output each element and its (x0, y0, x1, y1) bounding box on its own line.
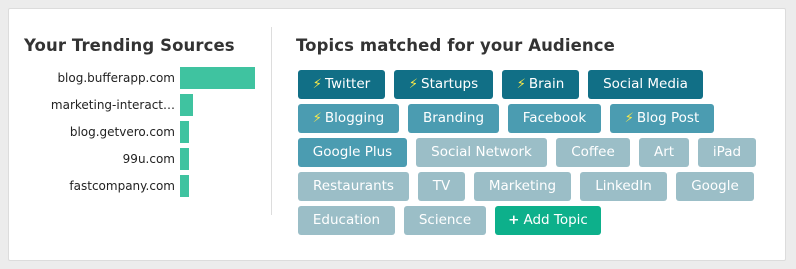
lightning-bolt-icon: ⚡ (312, 77, 322, 92)
source-row: marketing-interact… (9, 95, 175, 115)
topic-label: Marketing (488, 178, 557, 194)
topic-label: Facebook (522, 110, 587, 126)
source-row: 99u.com (9, 149, 175, 169)
topic-label: Startups (421, 76, 479, 92)
source-bar (180, 94, 193, 116)
topic-label: Blog Post (636, 110, 700, 126)
lightning-bolt-icon: ⚡ (516, 77, 526, 92)
topic-label: iPad (712, 144, 742, 160)
topic-tag-tv[interactable]: TV (418, 172, 465, 201)
topic-tag-blog-post[interactable]: ⚡ Blog Post (610, 104, 714, 133)
topic-tag-art[interactable]: Art (639, 138, 689, 167)
source-bar (180, 148, 189, 170)
topic-label: Blogging (324, 110, 385, 126)
source-row: fastcompany.com (9, 176, 175, 196)
topic-label: LinkedIn (595, 178, 652, 194)
source-label[interactable]: blog.bufferapp.com (15, 68, 175, 88)
topic-tag-brain[interactable]: ⚡ Brain (502, 70, 579, 99)
source-bar (180, 175, 189, 197)
add-topic-label: Add Topic (523, 212, 588, 228)
topic-tag-google-plus[interactable]: Google Plus (298, 138, 407, 167)
lightning-bolt-icon: ⚡ (312, 111, 322, 126)
topic-tag-science[interactable]: Science (404, 206, 486, 235)
topic-tag-twitter[interactable]: ⚡ Twitter (298, 70, 385, 99)
topic-label: Coffee (571, 144, 615, 160)
topic-label: Social Network (431, 144, 532, 160)
source-bar (180, 121, 189, 143)
topic-tag-marketing[interactable]: Marketing (474, 172, 571, 201)
topic-tag-startups[interactable]: ⚡ Startups (394, 70, 493, 99)
source-label[interactable]: fastcompany.com (15, 176, 175, 196)
topic-label: TV (432, 178, 451, 194)
topic-label: Twitter (324, 76, 371, 92)
topic-tag-social-network[interactable]: Social Network (416, 138, 547, 167)
topic-tag-social-media[interactable]: Social Media (588, 70, 703, 99)
source-label[interactable]: marketing-interact… (15, 95, 175, 115)
topics-title: Topics matched for your Audience (296, 36, 615, 55)
plus-icon: + (508, 212, 520, 228)
dashboard-card: Your Trending Sources blog.bufferapp.com… (8, 8, 786, 261)
panel-divider (271, 27, 272, 215)
topic-label: Social Media (603, 76, 688, 92)
topic-label: Google (691, 178, 739, 194)
topic-tag-coffee[interactable]: Coffee (556, 138, 630, 167)
topic-tag-linkedin[interactable]: LinkedIn (580, 172, 667, 201)
source-label[interactable]: blog.getvero.com (15, 122, 175, 142)
source-row: blog.getvero.com (9, 122, 175, 142)
topic-tag-restaurants[interactable]: Restaurants (298, 172, 409, 201)
lightning-bolt-icon: ⚡ (408, 77, 418, 92)
source-bar (180, 67, 255, 89)
topic-tag-google[interactable]: Google (676, 172, 754, 201)
topic-label: Education (312, 212, 381, 228)
topic-label: Science (418, 212, 472, 228)
source-row: blog.bufferapp.com (9, 68, 175, 88)
topic-tag-ipad[interactable]: iPad (698, 138, 756, 167)
topic-label: Google Plus (312, 144, 393, 160)
topic-tag-branding[interactable]: Branding (408, 104, 499, 133)
topic-label: Art (653, 144, 675, 160)
source-label[interactable]: 99u.com (15, 149, 175, 169)
topic-tag-facebook[interactable]: Facebook (508, 104, 601, 133)
topic-tag-blogging[interactable]: ⚡ Blogging (298, 104, 399, 133)
topic-tag-education[interactable]: Education (298, 206, 395, 235)
trending-sources-title: Your Trending Sources (24, 36, 235, 55)
topic-label: Brain (528, 76, 565, 92)
topic-label: Restaurants (313, 178, 394, 194)
add-topic-button[interactable]: + Add Topic (495, 206, 601, 235)
lightning-bolt-icon: ⚡ (624, 111, 634, 126)
topic-label: Branding (422, 110, 485, 126)
